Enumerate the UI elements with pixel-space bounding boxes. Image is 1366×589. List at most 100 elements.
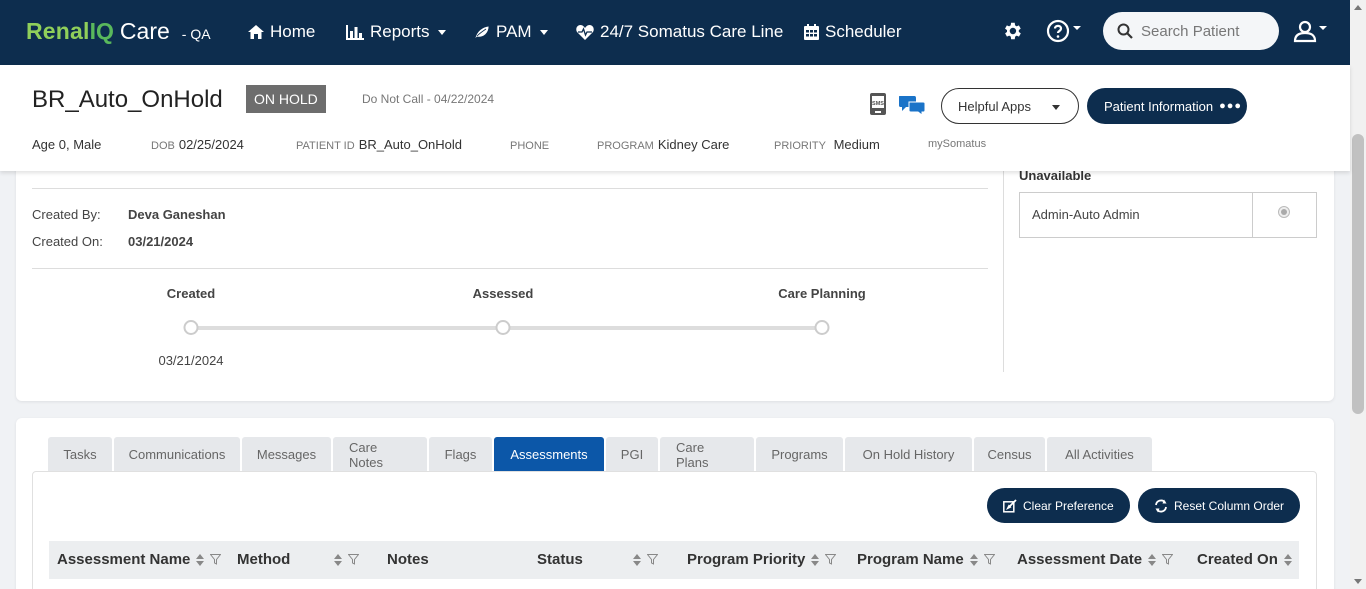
- chevron-down-icon: [539, 29, 548, 35]
- user-menu[interactable]: [1293, 19, 1327, 43]
- settings-button[interactable]: [1001, 20, 1023, 42]
- step-dot: [183, 320, 199, 335]
- step-dot: [495, 320, 511, 335]
- tab-care-plans[interactable]: Care Plans: [660, 437, 754, 472]
- patient-header: BR_Auto_OnHold ON HOLD Do Not Call - 04/…: [0, 65, 1350, 171]
- logo-renal-text: Renal: [26, 18, 90, 44]
- tab-all-activities[interactable]: All Activities: [1047, 437, 1152, 472]
- home-icon: [248, 25, 264, 39]
- patient-name: BR_Auto_OnHold: [32, 86, 223, 113]
- divider: [32, 268, 988, 269]
- column-header[interactable]: Assessment Name: [57, 551, 222, 568]
- step-label: Assessed: [472, 286, 534, 301]
- tab-bar: Tasks Communications Messages Care Notes…: [48, 437, 1152, 472]
- header-icons: SMS: [868, 93, 926, 117]
- nav-home[interactable]: Home: [248, 22, 315, 42]
- dob: DOB 02/25/2024: [151, 137, 244, 152]
- page-scrollbar[interactable]: [1350, 0, 1366, 589]
- created-on-value: 03/21/2024: [128, 234, 194, 249]
- scroll-up-arrow[interactable]: [1354, 5, 1362, 10]
- column-header[interactable]: Notes: [387, 551, 429, 568]
- help-menu[interactable]: [1046, 19, 1081, 43]
- filter-icon[interactable]: [210, 554, 222, 565]
- patient-information-label: Patient Information: [1104, 98, 1214, 114]
- top-navbar: Renal IQ Care - QA Home Reports PAM 24/7 …: [0, 0, 1350, 65]
- status-badge: ON HOLD: [246, 85, 326, 113]
- activity-card: Tasks Communications Messages Care Notes…: [16, 418, 1334, 589]
- chevron-down-icon: [1073, 26, 1081, 30]
- sort-icon[interactable]: [334, 553, 343, 566]
- nav-reports-label: Reports: [370, 22, 430, 41]
- nav-reports[interactable]: Reports: [346, 22, 446, 42]
- helpful-apps-dropdown[interactable]: Helpful Apps: [941, 88, 1079, 124]
- tab-tasks[interactable]: Tasks: [48, 437, 112, 472]
- calendar-icon: [804, 24, 819, 40]
- search-box[interactable]: [1103, 12, 1279, 50]
- phone: PHONE: [510, 140, 550, 152]
- filter-icon[interactable]: [983, 554, 995, 565]
- sms-icon[interactable]: SMS: [868, 93, 890, 117]
- sort-icon[interactable]: [811, 553, 820, 566]
- tab-messages[interactable]: Messages: [242, 437, 331, 472]
- chevron-down-icon: [1052, 105, 1060, 110]
- assignee-row: Admin-Auto Admin: [1019, 192, 1317, 238]
- chevron-down-icon: [437, 29, 446, 35]
- tab-programs[interactable]: Programs: [756, 437, 843, 472]
- sort-icon[interactable]: [969, 553, 978, 566]
- filter-icon[interactable]: [348, 554, 360, 565]
- sort-icon[interactable]: [1148, 553, 1157, 566]
- tab-pgi[interactable]: PGI: [606, 437, 658, 472]
- sort-icon[interactable]: [632, 553, 641, 566]
- leaf-icon: [474, 25, 490, 39]
- patient-id: PATIENT ID BR_Auto_OnHold: [296, 137, 463, 152]
- record-details-card: Created By: Deva Ganeshan Created On: 03…: [16, 140, 1334, 401]
- user-icon: [1293, 20, 1317, 43]
- column-header[interactable]: Program Priority: [687, 551, 837, 568]
- search-icon: [1117, 23, 1133, 39]
- nav-home-label: Home: [270, 22, 316, 41]
- nav-care-line[interactable]: 24/7 Somatus Care Line: [576, 22, 783, 42]
- helpful-apps-label: Helpful Apps: [958, 98, 1031, 114]
- column-header[interactable]: Method: [237, 551, 360, 568]
- created-by-value: Deva Ganeshan: [128, 207, 226, 222]
- table-header: Assessment Name Method Notes Status Prog…: [49, 541, 1299, 579]
- assessments-panel: Clear Preference Reset Column Order Asse…: [32, 471, 1317, 589]
- filter-icon[interactable]: [825, 554, 837, 565]
- clear-preference-button[interactable]: Clear Preference: [987, 488, 1130, 523]
- scrollbar-thumb[interactable]: [1352, 134, 1364, 414]
- tab-flags[interactable]: Flags: [429, 437, 492, 472]
- mysomatus-link[interactable]: mySomatus: [928, 138, 986, 150]
- sort-icon[interactable]: [196, 553, 205, 566]
- tab-communications[interactable]: Communications: [114, 437, 240, 472]
- app-logo[interactable]: Renal IQ Care - QA: [26, 18, 211, 45]
- nav-pam[interactable]: PAM: [474, 22, 548, 42]
- patient-information-button[interactable]: Patient Information ●●●: [1087, 88, 1247, 124]
- tab-assessments[interactable]: Assessments: [494, 437, 604, 472]
- chat-icon[interactable]: [898, 94, 926, 116]
- step-date: 03/21/2024: [158, 353, 224, 368]
- column-header[interactable]: Assessment Date: [1017, 551, 1174, 568]
- filter-icon[interactable]: [646, 554, 658, 565]
- column-header[interactable]: Status: [537, 551, 658, 568]
- scroll-down-arrow[interactable]: [1354, 579, 1362, 584]
- assignee-radio[interactable]: [1278, 206, 1290, 218]
- more-dots-icon: ●●●: [1219, 100, 1243, 112]
- do-not-call-label: Do Not Call - 04/22/2024: [362, 92, 495, 106]
- environment-label: - QA: [181, 26, 211, 42]
- column-header[interactable]: Program Name: [857, 551, 995, 568]
- tab-on-hold-history[interactable]: On Hold History: [845, 437, 972, 472]
- column-divider: [1003, 170, 1004, 372]
- search-input[interactable]: [1141, 22, 1271, 40]
- tab-care-notes[interactable]: Care Notes: [333, 437, 427, 472]
- clear-preference-label: Clear Preference: [1023, 498, 1114, 513]
- nav-care-line-label: 24/7 Somatus Care Line: [600, 22, 784, 41]
- nav-scheduler[interactable]: Scheduler: [804, 22, 902, 42]
- tab-census[interactable]: Census: [974, 437, 1045, 472]
- help-icon: [1046, 19, 1070, 43]
- bar-chart-icon: [346, 24, 364, 40]
- filter-icon[interactable]: [1162, 554, 1174, 565]
- sort-icon[interactable]: [1283, 553, 1292, 566]
- column-header[interactable]: Created On: [1197, 551, 1292, 568]
- age-sex: Age 0, Male: [32, 137, 102, 152]
- reset-column-order-button[interactable]: Reset Column Order: [1138, 488, 1301, 523]
